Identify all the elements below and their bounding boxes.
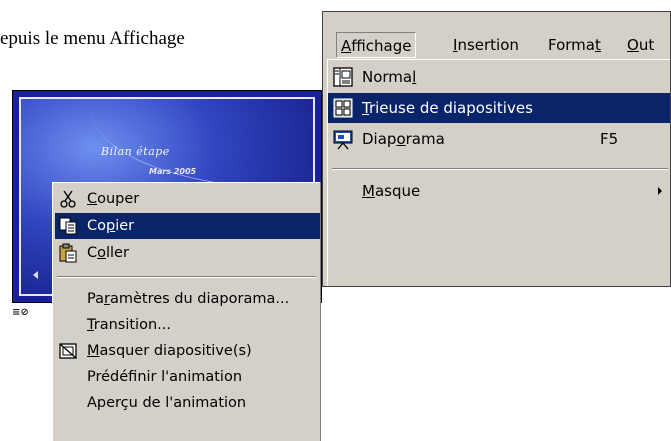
menu-item-label: Copier <box>87 218 135 234</box>
slide-nav-icon <box>33 271 38 279</box>
menu-item-transition[interactable]: Transition... <box>55 312 320 338</box>
paste-icon <box>58 243 78 263</box>
menu-item-label: Normal <box>362 68 417 86</box>
menu-item-diaporama[interactable]: Diaporama F5 <box>328 124 670 154</box>
menu-item-coller[interactable]: Coller <box>55 240 320 266</box>
scissors-icon <box>58 189 78 209</box>
menu-item-label: Transition... <box>87 317 171 333</box>
shortcut-label: F5 <box>600 130 619 148</box>
slide-title: Bilan étape <box>101 145 170 158</box>
slideshow-icon <box>332 128 354 150</box>
menu-item-parametres-diaporama[interactable]: Paramètres du diaporama... <box>55 286 320 312</box>
menu-item-label: Aperçu de l'animation <box>87 395 247 411</box>
menu-item-apercu-animation[interactable]: Aperçu de l'animation <box>55 390 320 416</box>
menubar-item-outils[interactable]: Out <box>627 32 654 58</box>
hide-slide-icon <box>58 341 78 361</box>
menu-item-copier[interactable]: Copier <box>55 213 320 239</box>
menu-item-predefinir-animation[interactable]: Prédéfinir l'animation <box>55 364 320 390</box>
menu-item-label: Diaporama <box>362 130 445 148</box>
menu-separator <box>57 276 316 278</box>
menu-item-trieuse-diapositives[interactable]: Trieuse de diapositives <box>328 93 670 123</box>
menubar-item-affichage[interactable]: Affichage <box>336 32 417 58</box>
menubar-item-format[interactable]: Format <box>548 32 601 58</box>
normal-view-icon <box>332 66 354 88</box>
slide-subtitle: Mars 2005 <box>149 167 197 176</box>
menu-separator <box>332 168 668 170</box>
menu-item-label: Couper <box>87 191 140 207</box>
menu-item-couper[interactable]: Couper <box>55 186 320 212</box>
menu-item-label: Masque <box>362 182 421 200</box>
menu-item-masque[interactable]: Masque <box>328 176 670 206</box>
slide-decoration <box>91 99 313 190</box>
menu-item-label: Masquer diapositive(s) <box>87 343 252 359</box>
context-menu: Couper Copier Coller Paramètres du diapo… <box>52 182 320 441</box>
menu-item-normal[interactable]: Normal <box>328 62 670 92</box>
menu-item-masquer-diapositive[interactable]: Masquer diapositive(s) <box>55 338 320 364</box>
menu-item-label: Paramètres du diaporama... <box>87 291 290 307</box>
slide-transition-icon: ≡⊘ <box>12 307 29 318</box>
submenu-arrow-icon <box>658 187 662 195</box>
copy-icon <box>58 216 78 236</box>
menu-item-label: Trieuse de diapositives <box>362 99 533 117</box>
menu-item-label: Coller <box>87 245 129 261</box>
menu-item-label: Prédéfinir l'animation <box>87 369 243 385</box>
view-menu-window: Affichage Insertion Format Out Normal Tr… <box>322 11 671 287</box>
menubar-item-insertion[interactable]: Insertion <box>453 32 519 58</box>
view-dropdown: Normal Trieuse de diapositives Diaporama… <box>327 59 670 286</box>
page: epuis le menu Affichage Bilan étape Mars… <box>0 0 671 441</box>
instruction-caption: epuis le menu Affichage <box>0 28 185 49</box>
slide-sorter-icon <box>332 97 354 119</box>
